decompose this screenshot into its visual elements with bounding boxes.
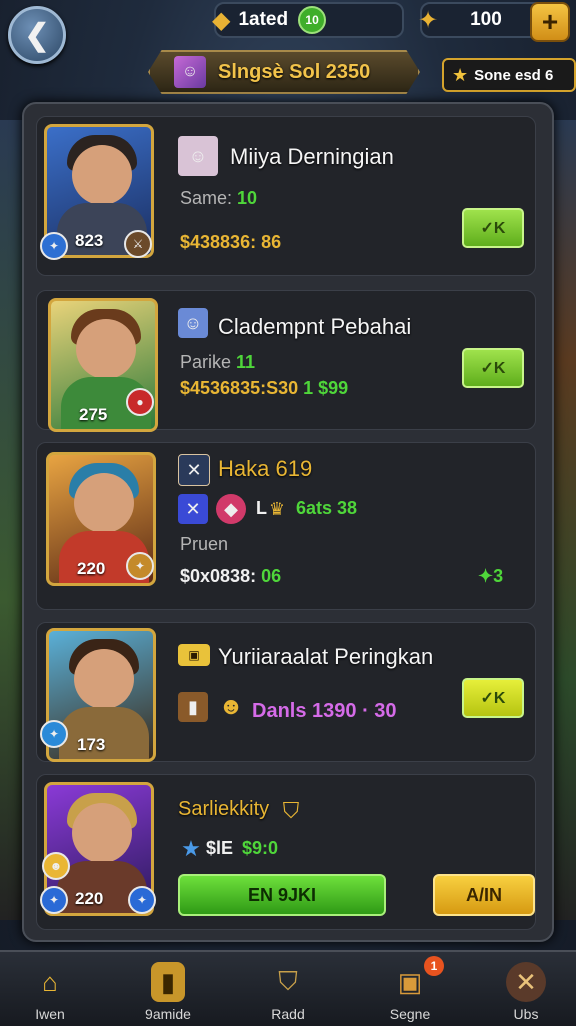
class-icon: ✦ bbox=[40, 886, 68, 914]
score-badge-text: Sone esd 6 bbox=[474, 66, 554, 84]
hero-level: 220 bbox=[75, 889, 104, 908]
hero-stat-label: Pruen bbox=[180, 534, 229, 554]
shield-badge-icon: ⛉ bbox=[282, 798, 300, 823]
nav-battle[interactable]: ✕ Ubs bbox=[476, 952, 576, 1026]
notification-badge: 1 bbox=[424, 956, 444, 976]
gem-icon: ◆ bbox=[216, 494, 246, 524]
house-icon: ⌂ bbox=[42, 966, 58, 997]
shield-icon: ⛉ bbox=[278, 966, 298, 996]
star-icon: ★ bbox=[452, 64, 469, 85]
banner-avatar: ☺ bbox=[174, 56, 206, 88]
cat-icon: ☻ bbox=[218, 693, 244, 720]
hero-name: Yuriiaraalat Peringkan bbox=[218, 644, 434, 669]
element-icon: ● bbox=[126, 388, 154, 416]
select-button[interactable]: ✓K bbox=[462, 678, 524, 718]
hero-name: Haka 619 bbox=[218, 456, 313, 481]
nav-home[interactable]: ⌂ Iwen bbox=[0, 952, 100, 1026]
skill-icon: ✦ bbox=[128, 886, 156, 914]
hero-price-alt: 1 $99 bbox=[303, 378, 349, 398]
back-arrow-icon: ❮ bbox=[24, 18, 50, 52]
hero-stat-value: 10 bbox=[237, 188, 258, 208]
hero-price: $0x0838: bbox=[180, 566, 257, 586]
class-icon: ✦ bbox=[40, 720, 68, 748]
hero-name: Miiya Derningian bbox=[230, 144, 394, 169]
hero-level: 275 bbox=[79, 405, 108, 424]
hero-avatar-icon: ☺ bbox=[178, 136, 218, 176]
rank-icon: ✦ bbox=[126, 552, 154, 580]
hero-stat-label: Same: bbox=[180, 188, 238, 208]
hero-stat-value: 6ats 38 bbox=[296, 498, 358, 518]
bonus-icon: ☻ bbox=[42, 852, 70, 880]
hero-level: 823 bbox=[75, 231, 104, 250]
star-icon: ★ bbox=[181, 836, 201, 861]
crossed-swords-icon: ✕ bbox=[178, 454, 210, 486]
resource-tickets: ✦ 100 + bbox=[418, 2, 570, 42]
hero-price: $4536835:S30 bbox=[180, 378, 299, 398]
sword-icon: ✕ bbox=[178, 494, 208, 524]
hero-price: $438836: 86 bbox=[180, 232, 282, 252]
crown-icon: ♛ bbox=[268, 498, 286, 519]
resource-tickets-value: 100 bbox=[470, 9, 502, 30]
rank-flag-icon: ▣ bbox=[178, 644, 210, 666]
crossed-swords-icon: ✕ bbox=[506, 962, 546, 1002]
hero-name: Cladempnt Pebahai bbox=[218, 314, 412, 339]
nav-label: Iwen bbox=[35, 1006, 65, 1022]
hero-stat-label: $lE bbox=[206, 838, 234, 858]
resource-gold-label: 1ated bbox=[238, 9, 289, 30]
class-icon: ✦ bbox=[40, 232, 68, 260]
hero-stat-label: Parike bbox=[180, 352, 237, 372]
hero-avatar-icon: ☺ bbox=[178, 308, 208, 338]
score-badge[interactable]: ★ Sone esd 6 bbox=[442, 58, 576, 92]
banner-text: Slngsè Sol 2350 bbox=[218, 60, 371, 83]
nav-shop[interactable]: ▣ 1 Segne bbox=[360, 952, 460, 1026]
nav-label: 9amide bbox=[145, 1006, 191, 1022]
primary-action-button[interactable]: EN 9JKI bbox=[178, 874, 386, 916]
add-tickets-button[interactable]: + bbox=[530, 2, 570, 42]
select-button[interactable]: ✓K bbox=[462, 208, 524, 248]
rank-icon: ⚔ bbox=[124, 230, 152, 258]
nav-label: Segne bbox=[389, 1006, 431, 1022]
resource-gold-badge: 10 bbox=[298, 6, 327, 34]
ticket-icon: ✦ bbox=[418, 6, 439, 34]
book-icon: ▮ bbox=[178, 692, 208, 722]
bottom-navigation: ⌂ Iwen ▮ 9amide ⛉ Radd ▣ 1 Segne ✕ Ubs bbox=[0, 950, 576, 1026]
nav-cards[interactable]: ▮ 9amide bbox=[118, 952, 218, 1026]
card-icon: ▮ bbox=[151, 962, 185, 1002]
hero-level: 220 bbox=[77, 559, 106, 578]
hero-name: Sarliekkity bbox=[178, 798, 270, 820]
back-button[interactable]: ❮ bbox=[8, 6, 66, 64]
gold-bars-icon: ◆ bbox=[212, 6, 231, 34]
hero-price: Danls 1390 · 30 bbox=[252, 700, 397, 722]
resource-gold: ◆ 1ated 10 bbox=[212, 2, 404, 38]
nav-label: Ubs bbox=[513, 1006, 539, 1022]
hero-stars: ✦3 bbox=[478, 566, 504, 586]
select-button[interactable]: ✓K bbox=[462, 348, 524, 388]
hero-level: 173 bbox=[77, 735, 106, 754]
hero-price-alt: 06 bbox=[261, 566, 282, 586]
nav-label: Radd bbox=[271, 1006, 305, 1022]
nav-raid[interactable]: ⛉ Radd bbox=[238, 952, 338, 1026]
hero-stat-value: $9:0 bbox=[242, 838, 279, 858]
secondary-action-button[interactable]: A/IN bbox=[433, 874, 535, 916]
season-banner: ☺ Slngsè Sol 2350 bbox=[148, 50, 420, 94]
hero-stat-value: 11 bbox=[236, 352, 256, 372]
